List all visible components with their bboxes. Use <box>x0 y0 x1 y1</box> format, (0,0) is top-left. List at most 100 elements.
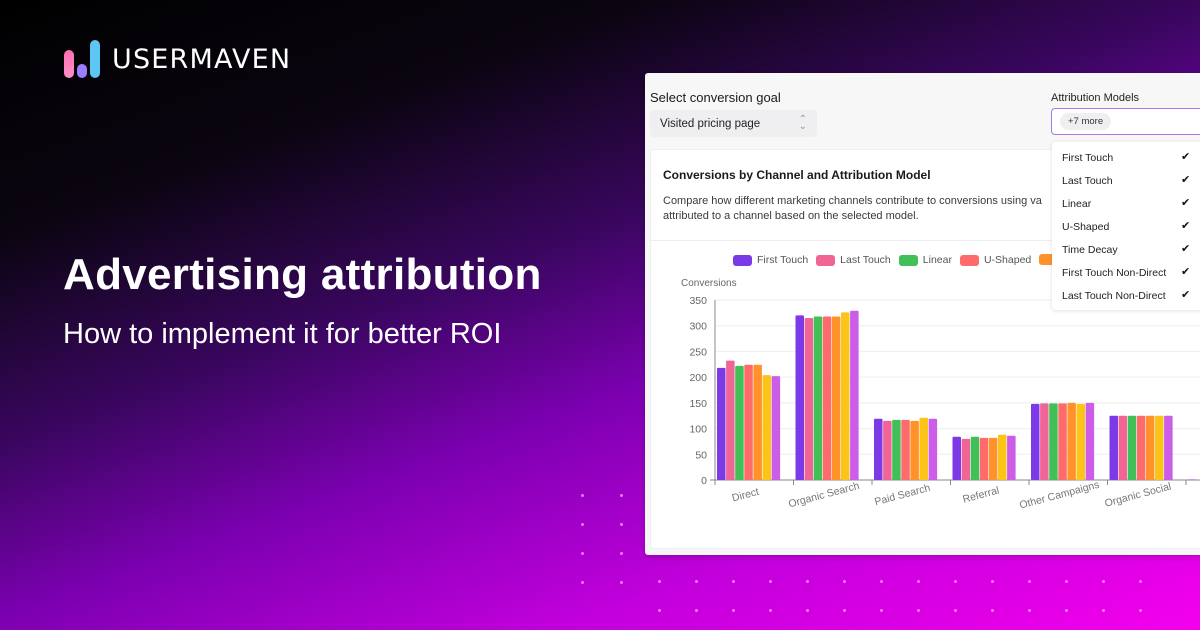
background-dot <box>1065 580 1068 583</box>
background-dot <box>581 523 584 526</box>
bar <box>979 437 989 480</box>
check-icon: ✔ <box>1181 243 1191 255</box>
bar <box>1040 403 1049 480</box>
bar <box>1109 415 1118 480</box>
brand-logo: USERMAVEN <box>62 40 291 78</box>
x-tick-label: Direct <box>731 486 761 505</box>
check-icon: ✔ <box>1181 289 1191 301</box>
bar <box>1049 403 1058 480</box>
background-dot <box>620 581 623 584</box>
bar <box>795 315 804 480</box>
y-tick-label: 250 <box>689 346 707 358</box>
chevron-up-down-icon: ⌃ ⌄ <box>798 114 807 132</box>
x-tick-label: Other Campaigns <box>1018 479 1101 512</box>
background-dot <box>1139 609 1142 612</box>
check-icon: ✔ <box>1181 174 1191 186</box>
bar <box>919 417 928 480</box>
attribution-models-multiselect[interactable]: +7 more <box>1051 108 1200 135</box>
brand-name: USERMAVEN <box>112 43 292 75</box>
background-dot <box>1028 609 1031 612</box>
bar <box>850 310 859 480</box>
bar <box>717 367 726 480</box>
background-dot <box>880 580 883 583</box>
background-dot <box>769 609 772 612</box>
attribution-model-option[interactable]: Last Touch Non-Direct <box>1062 290 1192 302</box>
background-dot <box>620 523 623 526</box>
conversion-goal-value: Visited pricing page <box>660 117 761 130</box>
attribution-model-option[interactable]: Linear <box>1062 198 1192 210</box>
bar <box>1127 415 1137 480</box>
attribution-model-option[interactable]: First Touch <box>1062 152 1192 164</box>
bar <box>1085 402 1095 480</box>
bar <box>726 360 735 480</box>
background-dot <box>954 580 957 583</box>
background-dot <box>695 609 698 612</box>
check-icon: ✔ <box>1181 266 1191 278</box>
bar <box>988 437 998 480</box>
bar <box>1076 403 1085 480</box>
app-screenshot: Select conversion goal Visited pricing p… <box>645 73 1200 555</box>
y-tick-label: 150 <box>689 398 707 410</box>
background-dot <box>658 580 661 583</box>
y-axis-label: Conversions <box>681 278 737 289</box>
conversion-goal-select[interactable]: Visited pricing page ⌃ ⌄ <box>650 110 817 137</box>
y-tick-label: 0 <box>701 475 707 487</box>
background-dot <box>991 580 994 583</box>
hero-subtitle: How to implement it for better ROI <box>63 318 502 350</box>
conversion-goal-label: Select conversion goal <box>650 90 781 105</box>
bar <box>771 376 781 480</box>
background-dot <box>1139 580 1142 583</box>
attribution-model-option[interactable]: First Touch Non-Direct <box>1062 267 1192 279</box>
background-dot <box>880 609 883 612</box>
bar <box>883 420 892 480</box>
bar <box>874 418 883 480</box>
check-icon: ✔ <box>1181 197 1191 209</box>
bar <box>1031 403 1040 480</box>
background-dot <box>1065 609 1068 612</box>
background-dot <box>581 581 584 584</box>
check-icon: ✔ <box>1181 220 1191 232</box>
bar <box>910 420 919 480</box>
background-dot <box>732 580 735 583</box>
x-tick-label: Organic Social <box>1103 480 1172 509</box>
bar <box>762 375 771 480</box>
background-dot <box>769 580 772 583</box>
background-dot <box>843 580 846 583</box>
background-dot <box>806 580 809 583</box>
bar <box>804 318 814 480</box>
bar <box>1067 402 1076 480</box>
bar <box>1058 403 1067 480</box>
background-dot <box>732 609 735 612</box>
x-tick-label: Referral <box>961 484 1000 505</box>
bar <box>1136 415 1146 480</box>
attribution-model-option[interactable]: Last Touch <box>1062 175 1192 187</box>
background-dot <box>581 494 584 497</box>
background-dot <box>695 580 698 583</box>
hero-title: Advertising attribution <box>63 250 542 299</box>
y-tick-label: 350 <box>689 295 707 307</box>
bar <box>1155 415 1164 480</box>
bar <box>1164 415 1173 480</box>
y-tick-label: 300 <box>689 321 707 333</box>
background-dot <box>620 494 623 497</box>
attribution-model-option[interactable]: U-Shaped <box>1062 221 1192 233</box>
bar <box>753 364 762 480</box>
more-models-chip[interactable]: +7 more <box>1060 113 1112 130</box>
background-dot <box>581 552 584 555</box>
background-dot <box>620 552 623 555</box>
background-dot <box>806 609 809 612</box>
background-dot <box>1102 609 1105 612</box>
x-tick-label: Organic Search <box>787 480 861 511</box>
background-dot <box>1028 580 1031 583</box>
usermaven-logo-icon <box>62 40 102 78</box>
bar <box>1118 415 1128 480</box>
bar <box>1007 435 1016 480</box>
background-dot <box>991 609 994 612</box>
x-tick-label: Paid Search <box>873 482 932 508</box>
bar <box>1188 479 1197 480</box>
bar <box>952 436 961 480</box>
y-tick-label: 200 <box>689 372 707 384</box>
bar <box>813 316 823 480</box>
attribution-models-label: Attribution Models <box>1051 92 1140 104</box>
attribution-model-option[interactable]: Time Decay <box>1062 244 1192 256</box>
